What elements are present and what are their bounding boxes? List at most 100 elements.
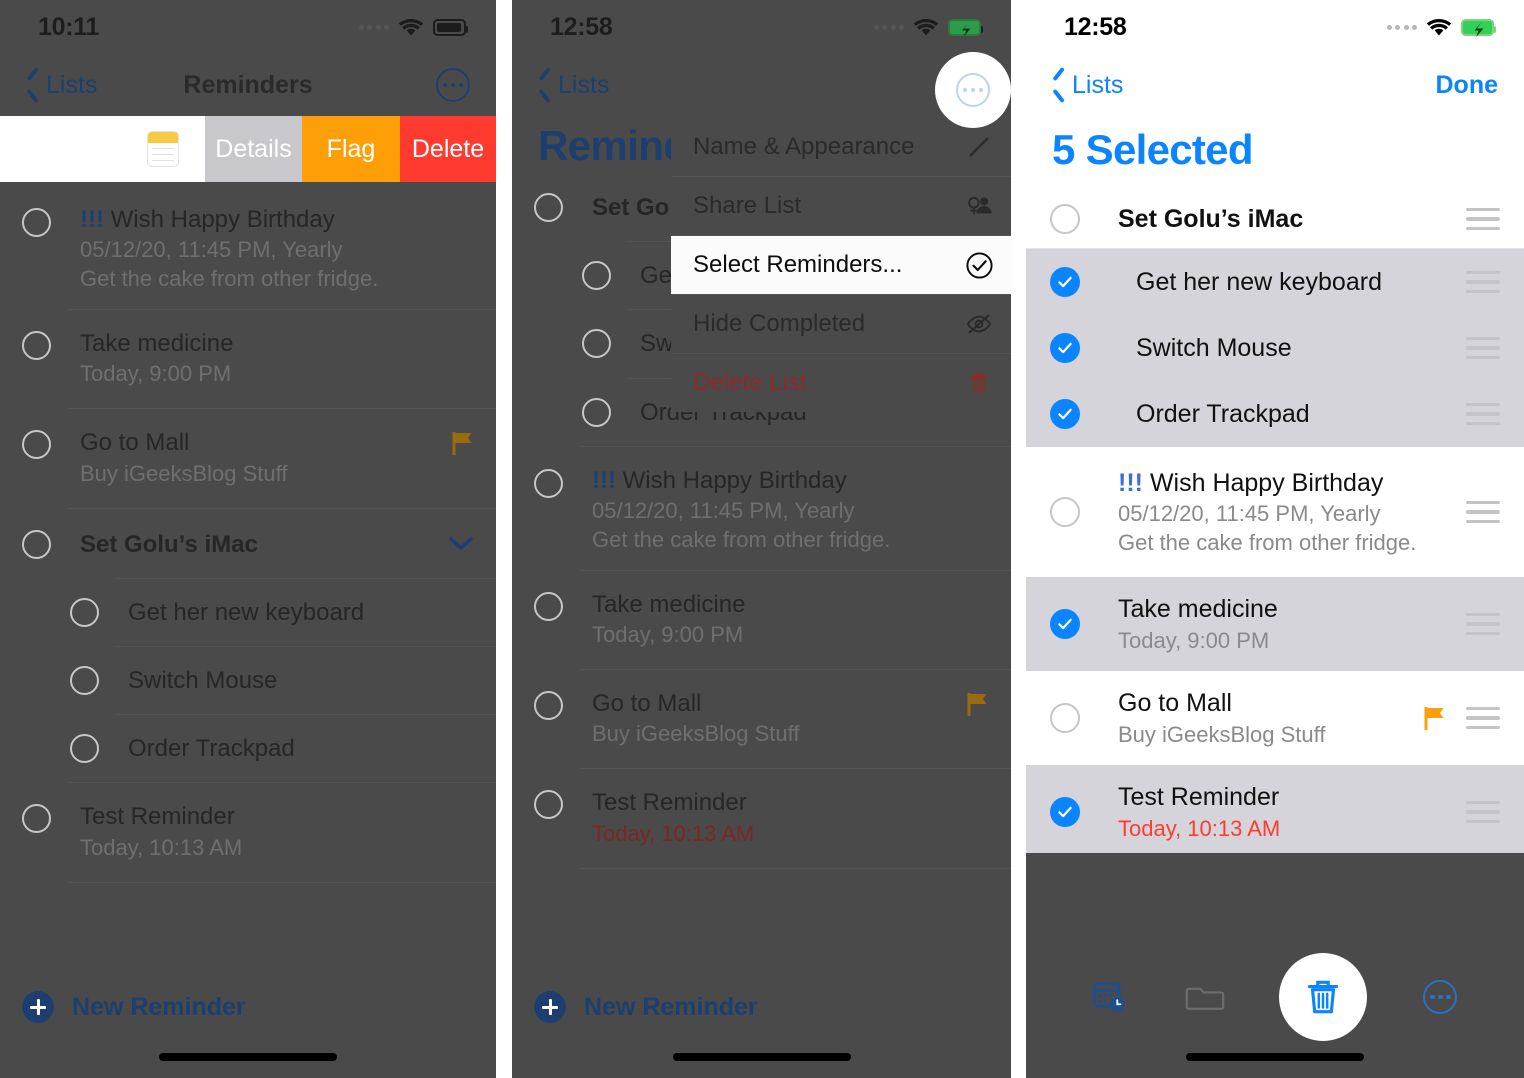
complete-toggle[interactable] — [22, 804, 51, 834]
reorder-handle[interactable] — [1466, 801, 1500, 823]
complete-toggle[interactable] — [22, 430, 51, 460]
table-row[interactable]: Go to Mall Buy iGeeksBlog Stuff — [1026, 671, 1524, 765]
reorder-handle[interactable] — [1466, 501, 1500, 523]
complete-toggle[interactable] — [22, 331, 51, 361]
done-button[interactable]: Done — [1436, 71, 1499, 100]
panel-context-menu: 12:58 Lists Reminders Set Get Order Trac… — [512, 0, 1011, 1078]
folder-icon[interactable] — [1183, 975, 1227, 1019]
priority-marker: !!! — [1118, 468, 1143, 497]
list-item[interactable]: Test Reminder Today, 10:13 AM — [0, 783, 496, 861]
delete-selected-button[interactable] — [1278, 953, 1367, 1041]
complete-toggle[interactable] — [582, 397, 611, 427]
table-row[interactable]: Take medicine Today, 9:00 PM — [1026, 577, 1524, 671]
list-item[interactable]: Take medicine Today, 9:00 PM — [512, 571, 1011, 649]
complete-toggle[interactable] — [534, 468, 563, 498]
reorder-handle[interactable] — [1466, 271, 1500, 293]
reorder-handle[interactable] — [1466, 403, 1500, 425]
complete-toggle[interactable] — [70, 666, 99, 696]
more-options-icon[interactable] — [436, 68, 470, 102]
complete-toggle[interactable] — [70, 597, 99, 627]
swipe-flag-button[interactable]: Flag — [302, 116, 400, 182]
reminder-title: Set Golu’s iMac — [1118, 204, 1304, 233]
back-to-lists-button[interactable]: Lists — [1052, 71, 1123, 100]
list-item[interactable]: Take medicine Today, 9:00 PM — [0, 310, 496, 388]
more-options-icon[interactable] — [1418, 975, 1462, 1019]
complete-toggle[interactable] — [534, 790, 563, 820]
reorder-handle[interactable] — [1466, 707, 1500, 729]
complete-toggle[interactable] — [582, 329, 611, 359]
reminder-list: !!! Wish Happy Birthday 05/12/20, 11:45 … — [0, 182, 496, 883]
reorder-handle[interactable] — [1466, 208, 1500, 230]
reminder-title: Test Reminder — [80, 803, 235, 831]
selection-toggle[interactable] — [1050, 797, 1080, 827]
new-reminder-button[interactable]: New Reminder — [22, 991, 246, 1023]
list-item[interactable]: Go to Mall Buy iGeeksBlog Stuff — [512, 670, 1011, 748]
swipe-delete-button[interactable]: Delete — [400, 116, 496, 182]
navigation-bar: Lists Reminders — [0, 54, 496, 116]
reminder-title: Switch Mouse — [1136, 333, 1292, 362]
reorder-handle[interactable] — [1466, 337, 1500, 359]
reminder-title: Set Golu’s iMac — [80, 530, 258, 558]
new-reminder-button[interactable]: New Reminder — [534, 991, 758, 1023]
more-options-highlight[interactable] — [935, 52, 1011, 128]
table-row[interactable]: Order Trackpad — [1026, 381, 1524, 447]
flag-icon — [967, 692, 989, 717]
reminder-note: Get the cake from other fridge. — [80, 266, 379, 292]
table-row[interactable]: Switch Mouse — [1026, 315, 1524, 381]
complete-toggle[interactable] — [534, 691, 563, 721]
chevron-down-icon[interactable] — [448, 536, 474, 552]
table-row[interactable]: Get her new keyboard — [1026, 249, 1524, 315]
complete-toggle[interactable] — [534, 193, 563, 223]
back-to-lists-button[interactable]: Lists — [538, 71, 609, 100]
selection-toggle[interactable] — [1050, 267, 1080, 297]
home-indicator — [1186, 1053, 1364, 1061]
pencil-icon — [963, 131, 995, 163]
complete-toggle[interactable] — [22, 529, 51, 559]
selection-toggle[interactable] — [1050, 609, 1080, 639]
battery-icon — [433, 18, 468, 36]
menu-item-select-reminders[interactable]: Select Reminders... — [671, 236, 1011, 294]
complete-toggle[interactable] — [534, 592, 563, 621]
menu-item-hide-completed[interactable]: Hide Completed — [671, 295, 1011, 353]
list-item[interactable]: Order Trackpad — [0, 715, 496, 764]
list-item[interactable]: Get her new keyboard — [0, 579, 496, 628]
chevron-left-icon — [26, 74, 39, 96]
complete-toggle[interactable] — [70, 734, 99, 764]
reminder-title: Go to Mall — [592, 690, 702, 718]
list-item[interactable]: Go to Mall Buy iGeeksBlog Stuff — [0, 409, 496, 487]
reminder-title: Switch Mouse — [128, 667, 278, 695]
menu-item-share-list[interactable]: Share List — [671, 177, 1011, 235]
back-to-lists-button[interactable]: Lists — [26, 71, 97, 100]
menu-item-name-appearance[interactable]: Name & Appearance — [671, 118, 1011, 176]
swipe-details-button[interactable]: Details — [205, 116, 302, 182]
selection-toggle[interactable] — [1050, 497, 1080, 527]
table-row[interactable]: Set Golu’s iMac — [1026, 190, 1524, 248]
calendar-clock-icon[interactable] — [1088, 975, 1132, 1019]
complete-toggle[interactable] — [22, 208, 51, 237]
more-options-icon[interactable] — [956, 73, 990, 107]
menu-label: Hide Completed — [693, 310, 866, 337]
reminder-note: Get the cake from other fridge. — [1118, 530, 1417, 556]
reminder-title: !!! Wish Happy Birthday — [80, 206, 335, 233]
selection-toggle[interactable] — [1050, 204, 1080, 234]
status-indicators — [873, 18, 983, 37]
list-item[interactable]: !!! Wish Happy Birthday 05/12/20, 11:45 … — [0, 182, 496, 293]
list-item[interactable]: !!! Wish Happy Birthday 05/12/20, 11:45 … — [512, 447, 1011, 554]
selection-toggle[interactable] — [1050, 399, 1080, 429]
reminder-title: Test Reminder — [1118, 783, 1280, 812]
divider — [580, 867, 1011, 869]
list-item[interactable]: Switch Mouse — [0, 647, 496, 696]
complete-toggle[interactable] — [582, 261, 611, 291]
reminder-date: 05/12/20, 11:45 PM, Yearly — [1118, 501, 1381, 527]
reminder-title: Test Reminder — [592, 789, 747, 817]
reorder-handle[interactable] — [1466, 613, 1500, 635]
table-row[interactable]: Test Reminder Today, 10:13 AM — [1026, 765, 1524, 859]
menu-item-delete-list[interactable]: Delete List — [671, 354, 1011, 412]
table-row[interactable]: !!! Wish Happy Birthday 05/12/20, 11:45 … — [1026, 447, 1524, 577]
reminder-note: Buy iGeeksBlog Stuff — [592, 721, 800, 747]
selection-toggle[interactable] — [1050, 333, 1080, 363]
list-item[interactable]: Test Reminder Today, 10:13 AM — [512, 769, 1011, 847]
selection-toggle[interactable] — [1050, 703, 1080, 733]
back-label: Lists — [558, 70, 610, 99]
list-item[interactable]: Set Golu’s iMac — [0, 509, 496, 560]
